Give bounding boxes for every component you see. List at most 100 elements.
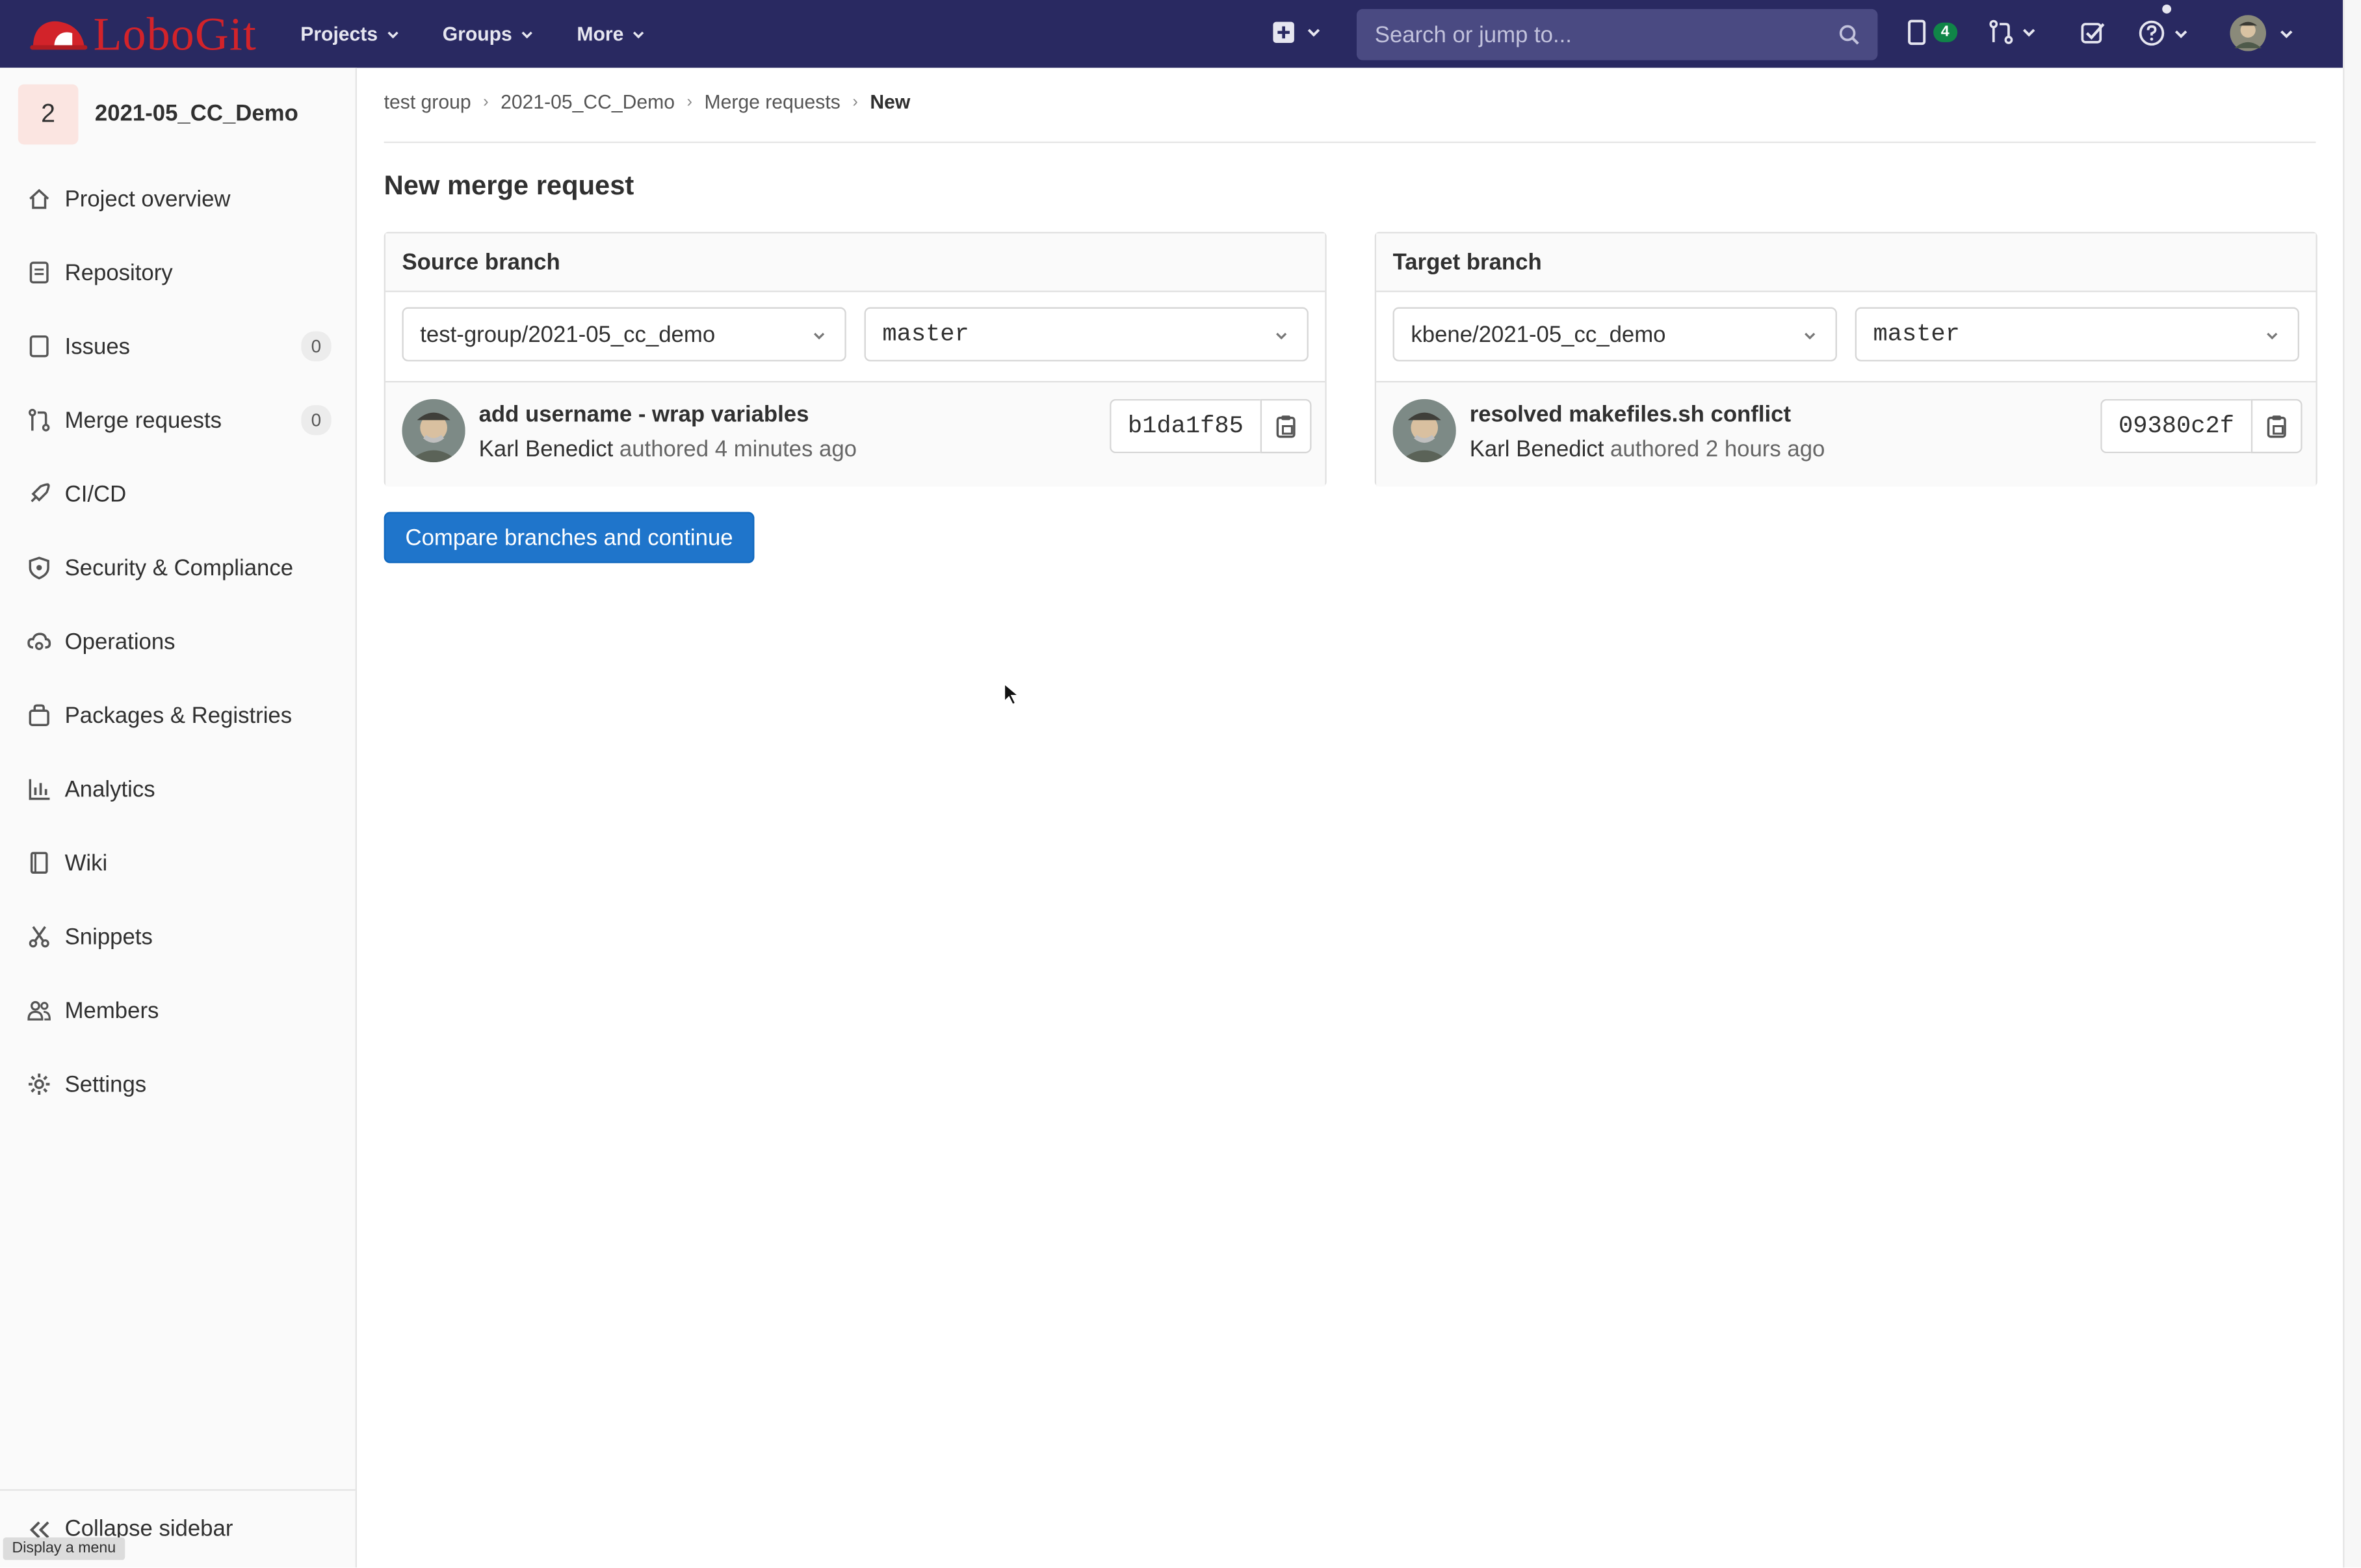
chevron-down-icon <box>2267 332 2278 340</box>
todos-shortcut[interactable] <box>2081 21 2105 45</box>
clipboard-icon <box>1276 415 1296 438</box>
project-header[interactable]: 2 2021-05_CC_Demo <box>0 68 356 159</box>
user-menu[interactable] <box>2230 15 2293 51</box>
sidebar-item-wiki[interactable]: Wiki <box>0 834 356 891</box>
sidebar-item-label: Members <box>64 997 159 1023</box>
project-name: 2021-05_CC_Demo <box>94 101 298 127</box>
chevron-down-icon <box>1805 332 1816 340</box>
target-commit-meta: Karl Benedict authored 2 hours ago <box>1470 437 1825 462</box>
logo-text: LoboGit <box>93 7 257 60</box>
nav-groups[interactable]: Groups <box>443 23 534 45</box>
chevron-down-icon <box>2174 29 2187 38</box>
source-commit-sha[interactable]: b1da1f85 <box>1110 399 1260 454</box>
source-commit-time: authored 4 minutes ago <box>619 436 857 463</box>
rocket-icon <box>31 483 50 503</box>
plus-square-icon <box>1273 21 1294 44</box>
shield-icon <box>29 556 49 580</box>
chevron-down-icon <box>1276 332 1287 340</box>
target-project-value: kbene/2021-05_cc_demo <box>1411 321 1666 347</box>
author-avatar <box>1392 399 1456 463</box>
top-navbar: LoboGit Projects Groups More 4 <box>0 0 2343 68</box>
target-commit-author[interactable]: Karl Benedict <box>1470 437 1604 462</box>
copy-sha-button[interactable] <box>2250 399 2302 454</box>
breadcrumb: test group › 2021-05_CC_Demo › Merge req… <box>384 90 911 113</box>
sidebar-item-label: Snippets <box>64 924 153 950</box>
sidebar-item-ci-cd[interactable]: CI/CD <box>0 465 356 523</box>
source-commit: add username - wrap variables Karl Bened… <box>385 381 1325 487</box>
target-branch-dropdown[interactable]: master <box>1855 307 2299 361</box>
sidebar-item-label: Packages & Registries <box>64 702 293 728</box>
book-icon <box>30 852 48 874</box>
sidebar-item-label: Project overview <box>64 186 231 212</box>
sidebar-item-label: Settings <box>64 1071 147 1097</box>
nav-more[interactable]: More <box>577 22 644 46</box>
target-commit-title[interactable]: resolved makefiles.sh conflict <box>1470 402 1791 427</box>
source-branch-dropdown[interactable]: master <box>864 307 1309 361</box>
scissors-icon <box>29 926 49 948</box>
chevron-right-icon: › <box>852 92 858 111</box>
sidebar-item-repository[interactable]: Repository <box>0 244 356 301</box>
target-project-dropdown[interactable]: kbene/2021-05_cc_demo <box>1392 307 1837 361</box>
logo[interactable]: LoboGit <box>27 0 257 68</box>
issues-icon <box>1908 20 1926 46</box>
sidebar-item-project-overview[interactable]: Project overview <box>0 170 356 228</box>
menu-tooltip: Display a menu <box>3 1537 125 1560</box>
sidebar-item-security-compliance[interactable]: Security & Compliance <box>0 539 356 596</box>
help-dropdown[interactable] <box>2138 20 2187 47</box>
search-icon[interactable] <box>1838 24 1859 45</box>
breadcrumb-group[interactable]: test group <box>384 90 471 113</box>
users-icon <box>27 1000 51 1021</box>
doc-icon <box>29 261 49 284</box>
sidebar-item-packages-registries[interactable]: Packages & Registries <box>0 686 356 744</box>
sidebar-item-label: Issues <box>64 333 131 359</box>
breadcrumb-project[interactable]: 2021-05_CC_Demo <box>501 90 675 113</box>
compare-branches-button[interactable]: Compare branches and continue <box>384 512 755 564</box>
issues-shortcut[interactable]: 4 <box>1908 20 1957 46</box>
project-avatar: 2 <box>18 83 79 144</box>
sidebar-item-merge-requests[interactable]: Merge requests 0 <box>0 391 356 449</box>
scrollbar-gutter <box>2343 0 2361 1568</box>
chevron-down-icon <box>2280 29 2293 38</box>
issues-count-badge: 4 <box>1933 22 1957 42</box>
source-commit-author[interactable]: Karl Benedict <box>479 437 614 462</box>
source-project-dropdown[interactable]: test-group/2021-05_cc_demo <box>402 307 846 361</box>
new-item-dropdown[interactable] <box>1272 21 1320 44</box>
sidebar-item-settings[interactable]: Settings <box>0 1056 356 1113</box>
breadcrumb-merge-requests[interactable]: Merge requests <box>705 90 841 113</box>
mouse-cursor-icon <box>1003 682 1021 706</box>
sidebar-item-issues[interactable]: Issues 0 <box>0 318 356 375</box>
page-title: New merge request <box>384 170 634 201</box>
chart-icon <box>29 779 50 800</box>
sidebar-item-label: Repository <box>64 259 173 285</box>
target-commit: resolved makefiles.sh conflict Karl Bene… <box>1376 381 2316 487</box>
user-avatar <box>2230 15 2267 51</box>
source-branch-value: master <box>882 320 969 348</box>
merge-requests-shortcut[interactable] <box>1989 20 2036 45</box>
sidebar-item-label: Operations <box>64 629 176 655</box>
todo-check-icon <box>2081 23 2105 44</box>
source-commit-title[interactable]: add username - wrap variables <box>479 402 809 427</box>
sidebar-item-snippets[interactable]: Snippets <box>0 908 356 965</box>
package-icon <box>29 704 49 727</box>
chevron-right-icon: › <box>483 92 489 111</box>
breadcrumb-current[interactable]: New <box>870 90 910 113</box>
merge-request-icon <box>1989 20 2013 44</box>
project-sidebar: 2 2021-05_CC_Demo Project overview Repos… <box>0 68 357 1568</box>
sidebar-item-members[interactable]: Members <box>0 982 356 1039</box>
home-icon <box>29 189 49 209</box>
nav-more-label: More <box>577 22 624 46</box>
search-box[interactable] <box>1356 8 1878 60</box>
sidebar-item-operations[interactable]: Operations <box>0 613 356 670</box>
sidebar-item-analytics[interactable]: Analytics <box>0 761 356 818</box>
source-commit-meta: Karl Benedict authored 4 minutes ago <box>479 437 857 462</box>
gear-icon <box>29 1073 50 1095</box>
search-input[interactable] <box>1372 20 1830 49</box>
issues-icon <box>29 335 49 358</box>
nav-projects[interactable]: Projects <box>300 23 398 45</box>
source-branch-panel: Source branch test-group/2021-05_cc_demo… <box>384 231 1327 487</box>
chevron-down-icon <box>1307 29 1320 37</box>
copy-sha-button[interactable] <box>1260 399 1312 454</box>
chevron-down-icon <box>387 31 398 38</box>
target-commit-sha[interactable]: 09380c2f <box>2100 399 2251 454</box>
target-commit-time: authored 2 hours ago <box>1610 436 1825 463</box>
